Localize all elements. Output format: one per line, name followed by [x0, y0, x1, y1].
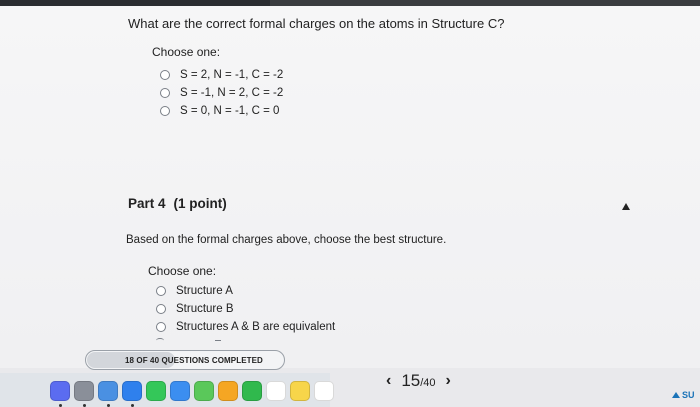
reminders-icon[interactable]	[314, 381, 334, 401]
mouse-cursor-icon	[622, 203, 630, 210]
radio-icon[interactable]	[160, 88, 170, 98]
finder-icon[interactable]	[98, 381, 118, 401]
progress-label: 18 OF 40 QUESTIONS COMPLETED	[125, 356, 263, 365]
part-points: (1 point)	[173, 196, 227, 211]
option-label: Structure A	[176, 285, 233, 297]
option-label: S = 0, N = -1, C = 0	[180, 105, 280, 117]
option-label: Structure B	[176, 303, 234, 315]
answer-option-structure-b[interactable]: Structure B	[156, 300, 335, 318]
total-questions: /40	[420, 377, 436, 389]
radio-icon[interactable]	[156, 322, 166, 332]
answer-option-structure-a[interactable]: Structure A	[156, 282, 335, 300]
chevron-left-icon[interactable]: ‹	[386, 372, 391, 390]
radio-icon	[156, 338, 164, 343]
calendar-icon[interactable]	[266, 381, 286, 401]
part-title: Part 4	[128, 196, 166, 211]
question-pager: ‹ 15 /40 ›	[386, 371, 451, 391]
part-heading: Part 4 (1 point)	[128, 196, 227, 211]
safari-icon[interactable]	[122, 381, 142, 401]
current-question-number: 15	[401, 371, 421, 390]
answer-options: Structure A Structure B Structures A & B…	[156, 282, 335, 336]
radio-icon[interactable]	[156, 304, 166, 314]
option-label: S = -1, N = 2, C = -2	[180, 87, 284, 99]
submit-button[interactable]: SU	[672, 390, 695, 400]
answer-options: S = 2, N = -1, C = -2 S = -1, N = 2, C =…	[160, 66, 283, 120]
arrow-up-icon	[672, 392, 680, 398]
radio-icon[interactable]	[160, 106, 170, 116]
maps-icon[interactable]	[194, 381, 214, 401]
launchpad-icon[interactable]	[74, 381, 94, 401]
facetime-icon[interactable]	[242, 381, 262, 401]
option-label: S = 2, N = -1, C = -2	[180, 69, 284, 81]
chevron-right-icon[interactable]: ›	[446, 372, 451, 390]
mail-icon[interactable]	[170, 381, 190, 401]
notes-icon[interactable]	[290, 381, 310, 401]
choose-one-label: Choose one:	[148, 264, 217, 278]
messages-icon[interactable]	[146, 381, 166, 401]
answer-option-1[interactable]: S = 2, N = -1, C = -2	[160, 66, 283, 84]
submit-label: SU	[682, 390, 695, 400]
photos-icon[interactable]	[218, 381, 238, 401]
quiz-page	[0, 6, 700, 368]
question-prompt: What are the correct formal charges on t…	[128, 16, 505, 31]
divider	[215, 340, 221, 341]
answer-option-equivalent[interactable]: Structures A & B are equivalent	[156, 318, 335, 336]
answer-option-2[interactable]: S = -1, N = 2, C = -2	[160, 84, 283, 102]
option-label: Structures A & B are equivalent	[176, 321, 336, 333]
choose-one-label: Choose one:	[152, 45, 221, 59]
radio-icon[interactable]	[156, 286, 166, 296]
answer-option-3[interactable]: S = 0, N = -1, C = 0	[160, 102, 283, 120]
siri-icon[interactable]	[50, 381, 70, 401]
radio-icon[interactable]	[160, 70, 170, 80]
question-prompt: Based on the formal charges above, choos…	[126, 234, 447, 246]
